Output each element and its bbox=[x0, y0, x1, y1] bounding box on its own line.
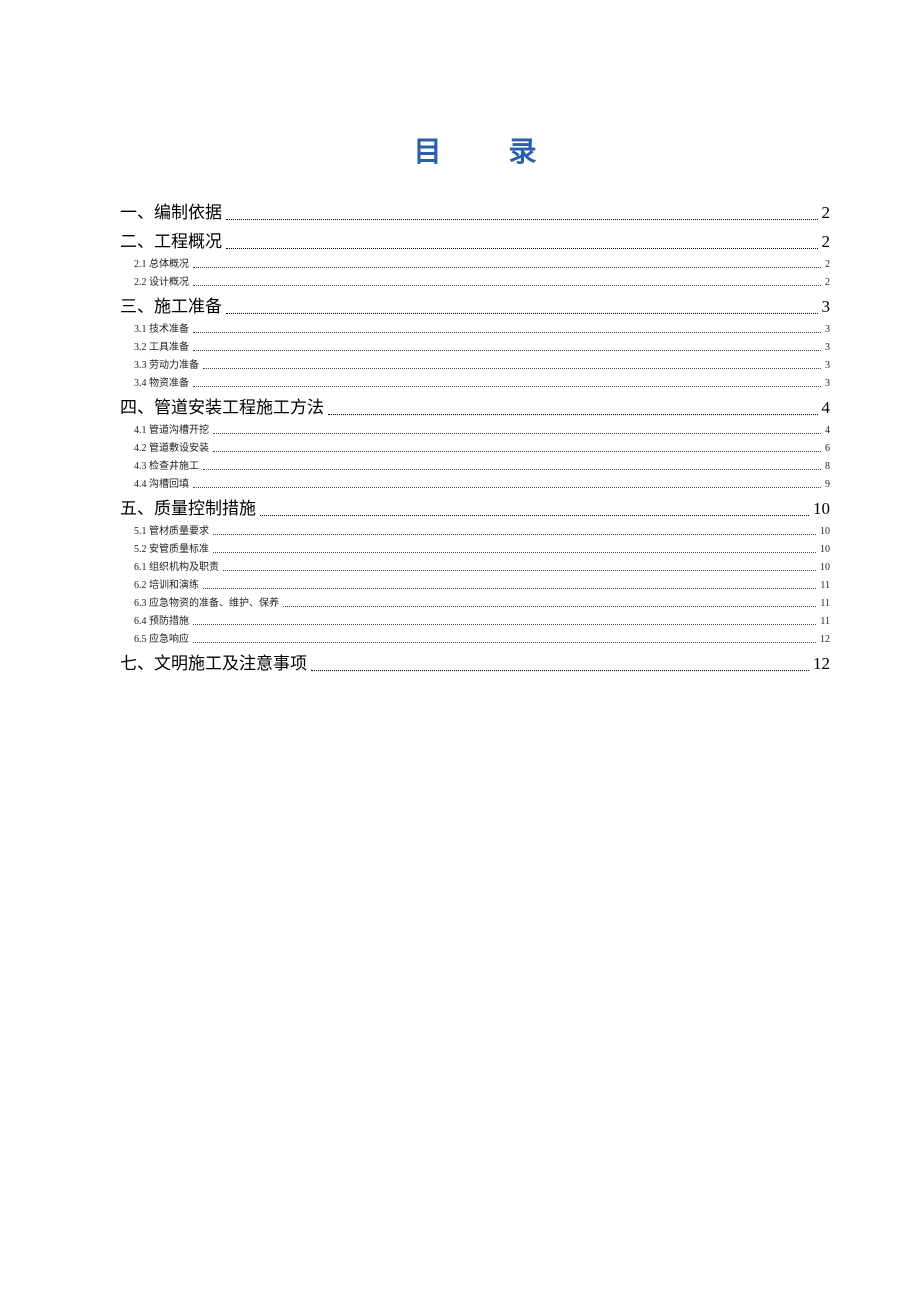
toc-label: 三、施工准备 bbox=[120, 292, 222, 317]
toc-label: 2.1 总体概况 bbox=[134, 255, 189, 270]
toc-leader-dots bbox=[260, 514, 809, 516]
toc-leader-dots bbox=[328, 413, 818, 415]
toc-leader-dots bbox=[193, 641, 816, 643]
toc-entry: 6.5 应急响应 12 bbox=[134, 630, 830, 645]
toc-leader-dots bbox=[223, 569, 816, 571]
toc-label: 6.2 培训和演练 bbox=[134, 576, 199, 591]
toc-entry: 2.1 总体概况 2 bbox=[134, 255, 830, 270]
toc-page-number: 3 bbox=[822, 297, 831, 317]
toc-entry: 3.3 劳动力准备 3 bbox=[134, 356, 830, 371]
toc-label: 3.3 劳动力准备 bbox=[134, 356, 199, 371]
toc-label: 5.1 管材质量要求 bbox=[134, 522, 209, 537]
toc-leader-dots bbox=[226, 247, 818, 249]
toc-entry: 2.2 设计概况 2 bbox=[134, 273, 830, 288]
toc-page-number: 11 bbox=[820, 580, 830, 591]
toc-leader-dots bbox=[203, 468, 821, 470]
toc-label: 4.1 管道沟槽开挖 bbox=[134, 421, 209, 436]
toc-entry: 3.2 工具准备 3 bbox=[134, 338, 830, 353]
toc-leader-dots bbox=[193, 486, 821, 488]
toc-page-number: 3 bbox=[825, 360, 830, 371]
document-page: 目 录 一、编制依据 2 二、工程概况 2 2.1 总体概况 2 2.2 设计概况 2 三、施工… bbox=[0, 0, 920, 674]
toc-leader-dots bbox=[213, 432, 821, 434]
toc-leader-dots bbox=[226, 312, 818, 314]
toc-entry: 4.1 管道沟槽开挖 4 bbox=[134, 421, 830, 436]
toc-leader-dots bbox=[193, 266, 821, 268]
toc-leader-dots bbox=[193, 331, 821, 333]
toc-leader-dots bbox=[193, 284, 821, 286]
toc-label: 6.3 应急物资的准备、维护、保养 bbox=[134, 594, 279, 609]
toc-leader-dots bbox=[283, 605, 816, 607]
toc-label: 4.2 管道敷设安装 bbox=[134, 439, 209, 454]
toc-label: 6.1 组织机构及职责 bbox=[134, 558, 219, 573]
toc-label: 5.2 安管质量标准 bbox=[134, 540, 209, 555]
toc-entry: 6.1 组织机构及职责 10 bbox=[134, 558, 830, 573]
page-title: 目 录 bbox=[120, 130, 830, 170]
toc-entry: 五、质量控制措施 10 bbox=[120, 494, 830, 519]
toc-page-number: 3 bbox=[825, 378, 830, 389]
toc-entry: 3.1 技术准备 3 bbox=[134, 320, 830, 335]
toc-label: 3.4 物资准备 bbox=[134, 374, 189, 389]
toc-entry: 三、施工准备 3 bbox=[120, 292, 830, 317]
toc-page-number: 4 bbox=[825, 425, 830, 436]
toc-entry: 二、工程概况 2 bbox=[120, 227, 830, 252]
toc-leader-dots bbox=[193, 349, 821, 351]
toc-label: 一、编制依据 bbox=[120, 198, 222, 223]
toc-page-number: 10 bbox=[820, 562, 830, 573]
toc-label: 四、管道安装工程施工方法 bbox=[120, 393, 324, 418]
toc-page-number: 2 bbox=[822, 203, 831, 223]
toc-entry: 6.2 培训和演练 11 bbox=[134, 576, 830, 591]
toc-entry: 4.3 检查井施工 8 bbox=[134, 457, 830, 472]
table-of-contents: 一、编制依据2二、工程概况22.1 总体概况22.2 设计概况2三、施工准备33… bbox=[120, 198, 830, 674]
toc-leader-dots bbox=[213, 533, 816, 535]
toc-entry: 4.2 管道敷设安装 6 bbox=[134, 439, 830, 454]
toc-page-number: 3 bbox=[825, 342, 830, 353]
toc-leader-dots bbox=[213, 551, 816, 553]
toc-entry: 5.1 管材质量要求 10 bbox=[134, 522, 830, 537]
toc-label: 4.3 检查井施工 bbox=[134, 457, 199, 472]
toc-page-number: 3 bbox=[825, 324, 830, 335]
toc-page-number: 2 bbox=[825, 277, 830, 288]
toc-leader-dots bbox=[226, 218, 818, 220]
toc-leader-dots bbox=[203, 367, 821, 369]
toc-entry: 一、编制依据 2 bbox=[120, 198, 830, 223]
toc-label: 3.1 技术准备 bbox=[134, 320, 189, 335]
toc-label: 3.2 工具准备 bbox=[134, 338, 189, 353]
toc-page-number: 8 bbox=[825, 461, 830, 472]
toc-entry: 四、管道安装工程施工方法 4 bbox=[120, 393, 830, 418]
toc-page-number: 10 bbox=[820, 544, 830, 555]
toc-entry: 6.3 应急物资的准备、维护、保养 11 bbox=[134, 594, 830, 609]
toc-page-number: 2 bbox=[822, 232, 831, 252]
toc-label: 4.4 沟槽回填 bbox=[134, 475, 189, 490]
toc-page-number: 2 bbox=[825, 259, 830, 270]
toc-page-number: 9 bbox=[825, 479, 830, 490]
toc-leader-dots bbox=[193, 385, 821, 387]
toc-leader-dots bbox=[213, 450, 821, 452]
toc-leader-dots bbox=[311, 669, 809, 671]
toc-label: 6.4 预防措施 bbox=[134, 612, 189, 627]
toc-page-number: 12 bbox=[820, 634, 830, 645]
toc-entry: 5.2 安管质量标准 10 bbox=[134, 540, 830, 555]
toc-label: 二、工程概况 bbox=[120, 227, 222, 252]
toc-page-number: 10 bbox=[820, 526, 830, 537]
toc-page-number: 6 bbox=[825, 443, 830, 454]
toc-page-number: 4 bbox=[822, 398, 831, 418]
toc-entry: 6.4 预防措施 11 bbox=[134, 612, 830, 627]
toc-label: 6.5 应急响应 bbox=[134, 630, 189, 645]
toc-entry: 3.4 物资准备 3 bbox=[134, 374, 830, 389]
toc-entry: 4.4 沟槽回填 9 bbox=[134, 475, 830, 490]
toc-leader-dots bbox=[203, 587, 816, 589]
toc-label: 五、质量控制措施 bbox=[120, 494, 256, 519]
toc-label: 七、文明施工及注意事项 bbox=[120, 649, 307, 674]
toc-leader-dots bbox=[193, 623, 816, 625]
toc-page-number: 11 bbox=[820, 616, 830, 627]
toc-page-number: 12 bbox=[813, 654, 830, 674]
toc-entry: 七、文明施工及注意事项 12 bbox=[120, 649, 830, 674]
toc-page-number: 11 bbox=[820, 598, 830, 609]
toc-page-number: 10 bbox=[813, 499, 830, 519]
toc-label: 2.2 设计概况 bbox=[134, 273, 189, 288]
